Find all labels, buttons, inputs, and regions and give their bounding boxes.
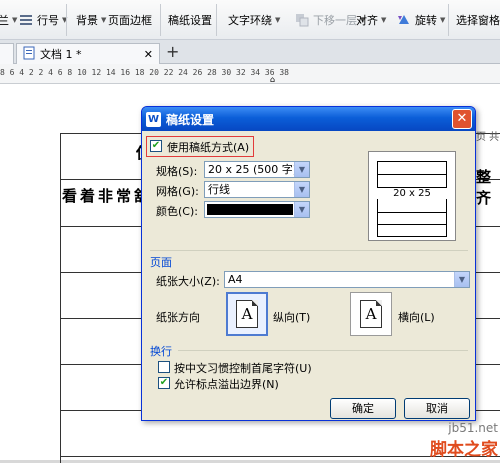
- send-backward-icon: [294, 12, 310, 28]
- document-tab[interactable]: 文档 1 * ✕: [16, 43, 160, 64]
- line-number-label: 行号: [37, 14, 59, 27]
- divider: [66, 4, 67, 36]
- line-number-button[interactable]: 行号 ▼: [14, 0, 71, 40]
- group-divider: [178, 350, 468, 351]
- ruler-numbers: 8 6 4 2 2 4 6 8 10 12 14 16 18 20 22 24 …: [0, 68, 289, 77]
- portrait-label[interactable]: 纵向(T): [273, 309, 310, 325]
- divider: [160, 4, 161, 36]
- rotate-button[interactable]: 旋转 ▼: [392, 0, 449, 40]
- paper-size-select[interactable]: A4 ▼: [224, 271, 470, 288]
- landscape-option[interactable]: A: [350, 292, 392, 336]
- align-button[interactable]: 对齐 ▼: [352, 0, 390, 40]
- preview-line: [378, 174, 446, 175]
- chevron-down-icon: ▼: [275, 16, 281, 24]
- color-label: 颜色(C):: [156, 205, 198, 218]
- ok-button[interactable]: 确定: [330, 398, 396, 419]
- chevron-down-icon: ▼: [381, 16, 387, 24]
- grid-settings-dialog: W 稿纸设置 ✕ ✔ 使用稿纸方式(A) 规格(S): 20 x 25 (500…: [141, 106, 476, 421]
- grid-type-select[interactable]: 行线 ▼: [204, 181, 310, 198]
- preview-grid: [377, 161, 447, 237]
- close-tab-icon[interactable]: ✕: [144, 48, 153, 61]
- dialog-title-bar[interactable]: W 稿纸设置 ✕: [142, 107, 475, 131]
- landscape-paper-icon: A: [360, 300, 382, 328]
- document-icon: [23, 46, 35, 63]
- portrait-option[interactable]: A: [226, 292, 268, 336]
- chevron-down-icon[interactable]: ▼: [294, 182, 309, 197]
- grid-border: [60, 133, 61, 463]
- page-border-label: 页面边框: [108, 14, 152, 27]
- align-label: 对齐: [356, 14, 378, 27]
- chevron-down-icon[interactable]: ▼: [294, 162, 309, 177]
- background-label: 背景: [76, 14, 98, 27]
- spec-select[interactable]: 20 x 25 (500 字) ▼: [204, 161, 310, 178]
- page-indicator: 页 共: [476, 132, 500, 143]
- select-pane-label: 选择窗格: [456, 14, 500, 27]
- landscape-label[interactable]: 横向(L): [398, 309, 435, 325]
- paper-size-label: 纸张大小(Z):: [156, 275, 220, 288]
- option2-label[interactable]: 允许标点溢出边界(N): [174, 376, 279, 392]
- divider: [448, 4, 449, 36]
- close-button[interactable]: ✕: [452, 109, 472, 129]
- use-grid-label[interactable]: 使用稿纸方式(A): [167, 139, 249, 155]
- group-divider: [150, 250, 468, 251]
- horizontal-ruler[interactable]: 8 6 4 2 2 4 6 8 10 12 14 16 18 20 22 24 …: [0, 64, 500, 84]
- color-select[interactable]: ▼: [204, 201, 310, 218]
- grid-settings-button[interactable]: 稿纸设置: [164, 0, 216, 40]
- grid-preview: 20 x 25: [368, 151, 456, 241]
- chevron-down-icon: ▼: [440, 16, 446, 24]
- select-pane-button[interactable]: 选择窗格: [452, 0, 500, 40]
- previous-tab[interactable]: [0, 43, 14, 64]
- document-text: 看着非常舒: [62, 187, 153, 205]
- spec-label: 规格(S):: [156, 165, 198, 178]
- spec-value: 20 x 25 (500 字): [208, 163, 298, 176]
- document-tab-title: 文档 1 *: [40, 48, 82, 61]
- dialog-title: 稿纸设置: [166, 112, 215, 127]
- dialog-body: ✔ 使用稿纸方式(A) 规格(S): 20 x 25 (500 字) ▼ 网格(…: [142, 131, 475, 420]
- rotate-label: 旋转: [415, 14, 437, 27]
- preview-label: 20 x 25: [369, 188, 455, 199]
- grid-type-value: 行线: [208, 183, 230, 196]
- new-tab-button[interactable]: +: [166, 42, 179, 61]
- send-backward-label: 下移一层: [313, 14, 357, 27]
- option2-checkbox[interactable]: ✔: [158, 377, 170, 389]
- wrap-group-label: 换行: [150, 345, 172, 358]
- chevron-down-icon[interactable]: ▼: [294, 202, 309, 217]
- paper-size-value: A4: [228, 273, 243, 286]
- watermark: jb51.net 脚本之家: [430, 421, 498, 460]
- text-wrap-button[interactable]: 文字环绕 ▼: [224, 0, 284, 40]
- preview-line: [378, 212, 446, 213]
- document-text: 整齐: [476, 168, 495, 207]
- partial-label: 兰: [0, 14, 9, 27]
- divider: [216, 4, 217, 36]
- preview-line: [378, 224, 446, 225]
- option1-checkbox[interactable]: [158, 361, 170, 373]
- document-tab-bar: 文档 1 * ✕ +: [0, 40, 500, 64]
- page-group-label: 页面: [150, 256, 172, 269]
- watermark-url: jb51.net: [448, 421, 498, 435]
- text-wrap-label: 文字环绕: [228, 14, 272, 27]
- watermark-name: 脚本之家: [430, 440, 498, 460]
- app-icon: W: [146, 111, 161, 127]
- toolbar-ribbon: 兰 ▼ 行号 ▼ 背景 ▼ 页面边框 稿纸设置 文字环绕 ▼ 下移一层 ▼ 对齐…: [0, 0, 500, 40]
- line-number-icon: [18, 12, 34, 28]
- use-grid-checkbox[interactable]: ✔: [150, 140, 162, 152]
- rotate-icon: [396, 12, 412, 28]
- orientation-label: 纸张方向: [156, 311, 200, 324]
- indent-marker[interactable]: ⌂: [270, 75, 275, 84]
- page-border-button[interactable]: 页面边框: [104, 0, 156, 40]
- option1-label[interactable]: 按中文习惯控制首尾字符(U): [174, 360, 312, 376]
- grid-type-label: 网格(G):: [156, 185, 199, 198]
- color-swatch: [207, 204, 293, 215]
- cancel-button[interactable]: 取消: [404, 398, 470, 419]
- portrait-paper-icon: A: [236, 300, 258, 328]
- grid-settings-label: 稿纸设置: [168, 14, 212, 27]
- chevron-down-icon[interactable]: ▼: [454, 272, 469, 287]
